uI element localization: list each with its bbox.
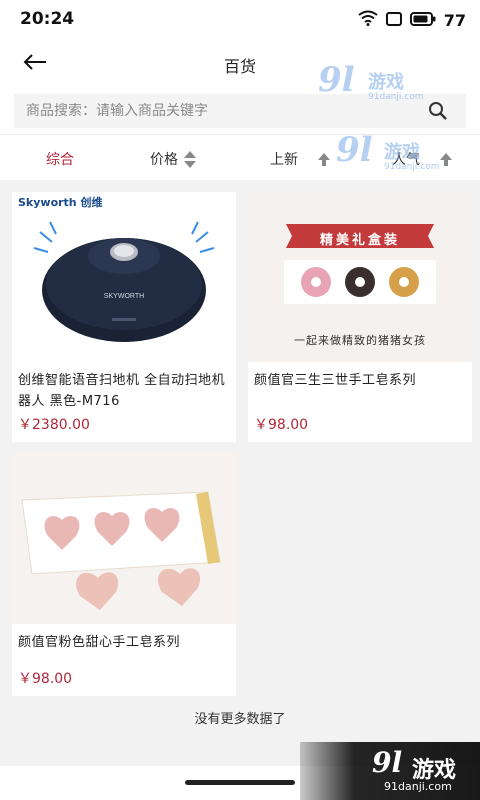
product-price: ￥98.00 [254, 417, 309, 433]
promo-caption: 一起来做精致的猪猪女孩 [294, 334, 426, 347]
product-price: ￥2380.00 [18, 417, 90, 433]
arrow-up-icon [440, 152, 452, 166]
svg-text:SKYWORTH: SKYWORTH [104, 293, 144, 300]
wifi-icon [358, 10, 378, 30]
watermark-name: 游戏 [368, 72, 404, 93]
product-grid: Skyworth 创维 SKYWORTH 创维智能语音扫地机 全自动扫地机器人 … [0, 180, 480, 736]
home-indicator[interactable] [185, 780, 295, 785]
product-card[interactable]: Skyworth 创维 SKYWORTH 创维智能语音扫地机 全自动扫地机器人 … [12, 192, 236, 442]
watermark-logo: 9l [336, 130, 373, 170]
screen-icon [385, 11, 402, 30]
sort-price[interactable]: 价格 [150, 149, 196, 169]
battery-icon [409, 11, 436, 30]
product-title: 颜值官三生三世手工皂系列 [254, 373, 417, 388]
status-icons: 77 [358, 10, 466, 30]
product-title: 颜值官粉色甜心手工皂系列 [18, 635, 181, 650]
sort-comprehensive[interactable]: 综合 [46, 149, 74, 169]
watermark-url: 91danji.com [368, 92, 424, 102]
watermark-url: 91danji.com [384, 780, 452, 793]
watermark-name: 游戏 [384, 142, 420, 163]
status-bar: 20:24 77 [0, 0, 480, 38]
product-card[interactable]: 精美礼盒装 一起来做精致的猪猪女孩 颜值官三生三世手工皂系列 ￥98.00 [248, 192, 472, 442]
sort-updown-icon [184, 150, 196, 168]
header: 百货 [0, 38, 480, 90]
watermark-url: 91danji.com [384, 162, 440, 172]
sort-label: 上新 [270, 152, 298, 168]
status-time: 20:24 [20, 9, 75, 29]
watermark-logo: 9l [372, 746, 403, 779]
search-icon[interactable] [428, 101, 448, 125]
product-price: ￥98.00 [18, 671, 73, 687]
watermark-logo: 9l [318, 60, 355, 100]
product-card[interactable]: 颜值官粉色甜心手工皂系列 ￥98.00 [12, 452, 236, 696]
product-image: Skyworth 创维 SKYWORTH [12, 192, 236, 362]
product-image [12, 452, 236, 624]
product-title: 创维智能语音扫地机 全自动扫地机器人 黑色-M716 [18, 373, 226, 409]
arrow-up-icon [318, 152, 330, 166]
battery-level: 77 [443, 10, 466, 30]
promo-banner: 精美礼盒装 [319, 233, 400, 248]
no-more-data-text: 没有更多数据了 [194, 712, 286, 727]
sort-newest[interactable]: 上新 [270, 149, 330, 169]
page-title: 百货 [223, 57, 256, 76]
sort-label: 价格 [150, 152, 178, 168]
sort-label: 综合 [46, 152, 74, 168]
product-image: 精美礼盒装 一起来做精致的猪猪女孩 [248, 192, 472, 362]
